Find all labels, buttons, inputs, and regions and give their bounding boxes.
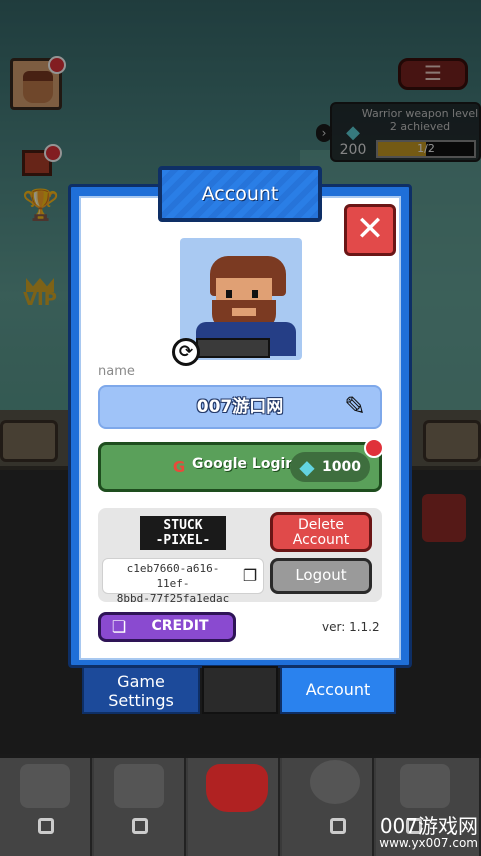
gem-icon: ◆ [299,455,315,479]
portrait-weapon [196,338,270,358]
lock-icon [330,818,346,834]
google-login-label: Google Login [192,456,296,472]
demon-icon [206,764,268,812]
user-id-line: c1eb7660-a616-11ef- [126,562,220,590]
swap-icon[interactable]: ⟳ [172,338,200,366]
logo-line: -PIXEL- [155,533,211,548]
watermark: 007游戏网 [379,814,478,838]
google-icon: G [172,458,186,476]
logo-line: STUCK [163,518,203,533]
tab-label: Settings [108,691,174,710]
tab-game-settings[interactable]: Game Settings [82,666,200,714]
tab-label: Game [117,672,165,691]
dialog-title-tab: Account [158,166,322,222]
name-value: 007游口网 [196,397,284,417]
delete-label: Account [292,532,350,548]
credit-icon: ❏ [111,617,127,636]
logout-label: Logout [295,566,347,584]
drone-icon [310,760,360,804]
name-label: name [98,364,135,379]
portrait-eye [226,290,232,298]
tab-divider-ornament [202,666,278,714]
portrait-mouth [232,308,256,316]
logout-button[interactable]: Logout [270,558,372,594]
version-text: ver: 1.1.2 [322,620,380,634]
user-id-line: 8bbd-77f25fa1edac [116,592,230,605]
stuck-pixel-logo: STUCK -PIXEL- [140,516,226,550]
lock-icon [38,818,54,834]
google-notification-dot [364,438,384,458]
tab-label: Account [305,680,371,699]
portrait-eye [252,290,258,298]
google-reward-amount: 1000 [322,459,361,475]
delete-account-button[interactable]: Delete Account [270,512,372,552]
watermark-url: www.yx007.com [379,836,478,850]
delete-label: Delete [298,517,344,533]
dialog-title: Account [201,183,279,205]
close-icon: ✕ [355,209,385,249]
tab-account[interactable]: Account [280,666,396,714]
lock-icon [132,818,148,834]
credit-label: CREDIT [151,618,209,634]
camera-icon [20,764,70,808]
ticket-icon [400,764,450,808]
edit-icon[interactable]: ✎ [340,392,370,422]
anvil-icon [114,764,164,808]
user-id-text: c1eb7660-a616-11ef- 8bbd-77f25fa1edac [112,561,234,606]
copy-icon[interactable]: ❐ [240,566,260,586]
close-button[interactable]: ✕ [344,204,396,256]
